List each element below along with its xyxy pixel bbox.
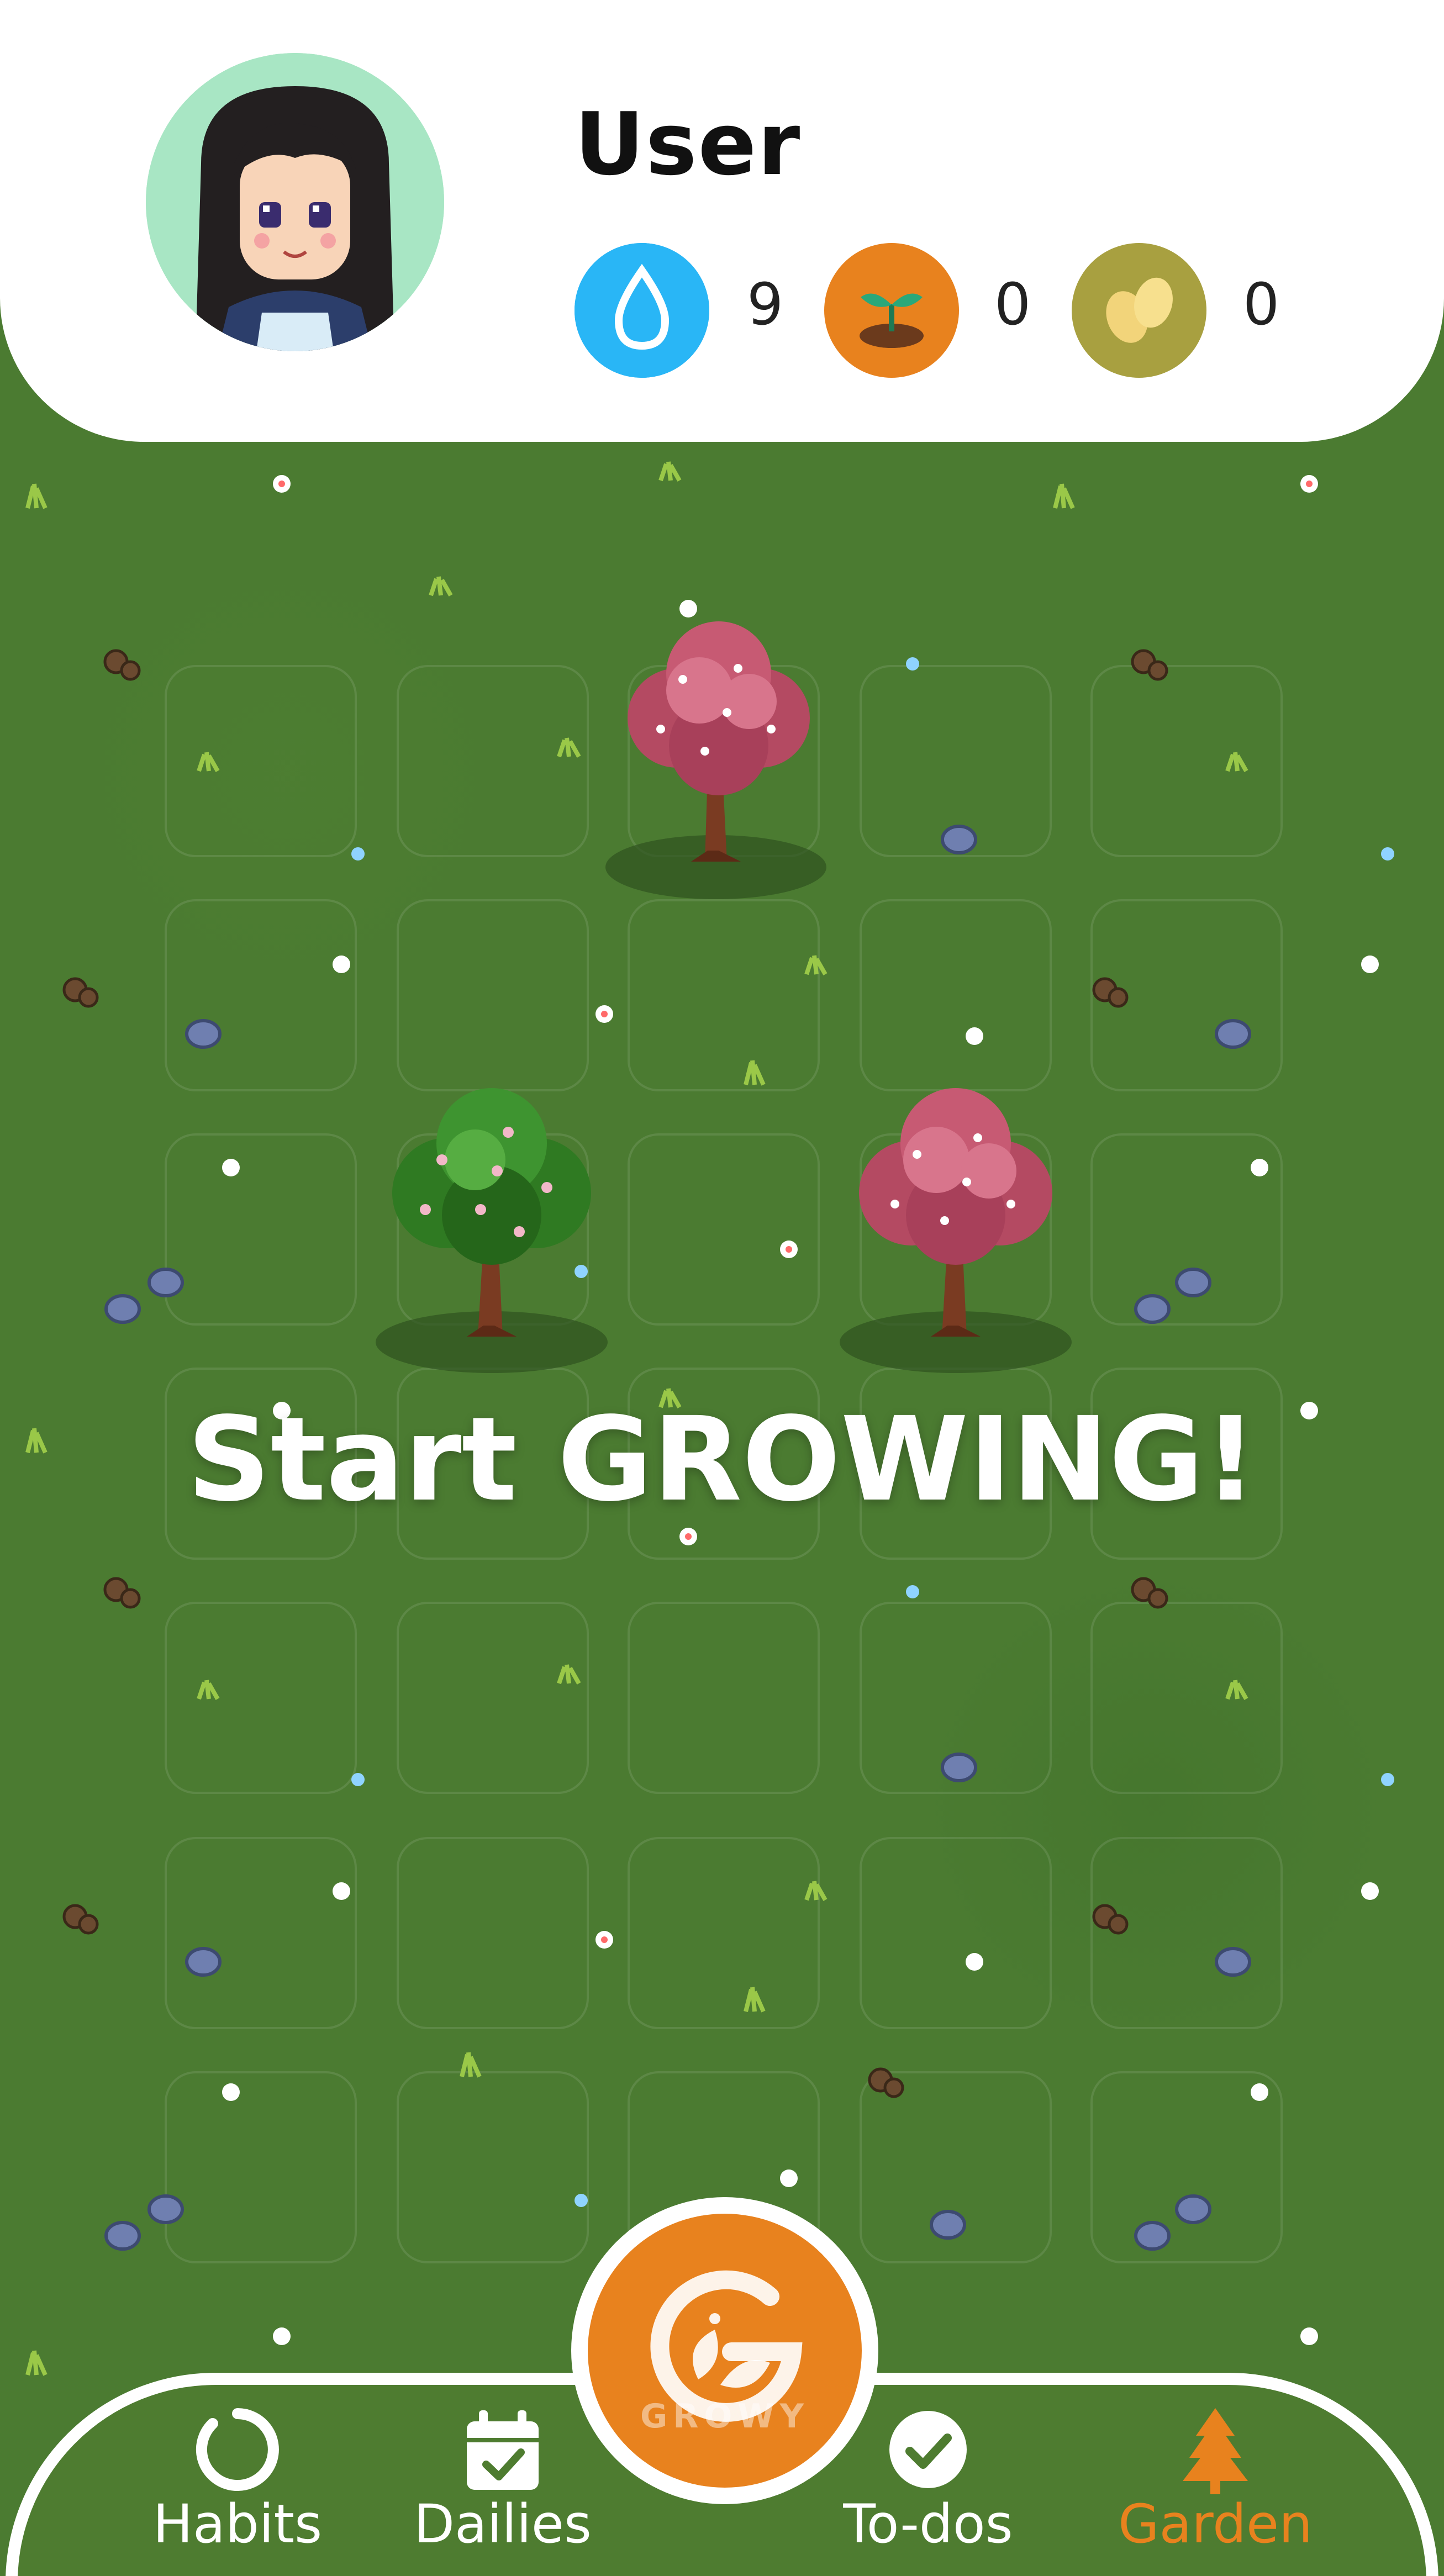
nav-dailies[interactable]: Dailies — [409, 2403, 597, 2555]
nav-todos-label: To-dos — [843, 2493, 1013, 2555]
avatar[interactable] — [146, 53, 444, 351]
cherry-blossom-tree[interactable] — [829, 1077, 1094, 1375]
nav-garden-label: Garden — [1118, 2493, 1313, 2555]
pine-tree-icon — [1168, 2403, 1262, 2496]
nav-habits[interactable]: Habits — [149, 2403, 326, 2555]
app: Start GROWING! User 9 0 0 Habits Dailies… — [0, 0, 1444, 2576]
calendar-check-icon — [456, 2403, 550, 2496]
seedling-count: 0 — [994, 271, 1031, 338]
check-circle-icon — [881, 2403, 975, 2496]
growy-logo-text: GROWY — [640, 2397, 810, 2436]
nav-garden[interactable]: Garden — [1105, 2403, 1326, 2555]
green-flowering-tree[interactable] — [365, 1077, 630, 1375]
girl-avatar-icon — [146, 53, 444, 351]
water-drop-icon — [575, 243, 709, 378]
habits-ring-icon — [191, 2403, 284, 2496]
garden-title: Start GROWING! — [187, 1392, 1257, 1527]
rock-icon — [104, 825, 1251, 2251]
username: User — [575, 94, 802, 194]
seeds-icon — [1072, 243, 1206, 378]
growy-fab-button[interactable] — [588, 2214, 862, 2488]
growy-logo-icon — [650, 2270, 803, 2422]
seedling-icon — [824, 243, 959, 378]
water-count: 9 — [747, 271, 784, 338]
nav-dailies-label: Dailies — [414, 2493, 592, 2555]
profile-header: User 9 0 0 — [0, 0, 1444, 442]
seeds-count: 0 — [1243, 271, 1280, 338]
cherry-blossom-tree[interactable] — [594, 608, 860, 906]
nav-habits-label: Habits — [152, 2493, 323, 2555]
